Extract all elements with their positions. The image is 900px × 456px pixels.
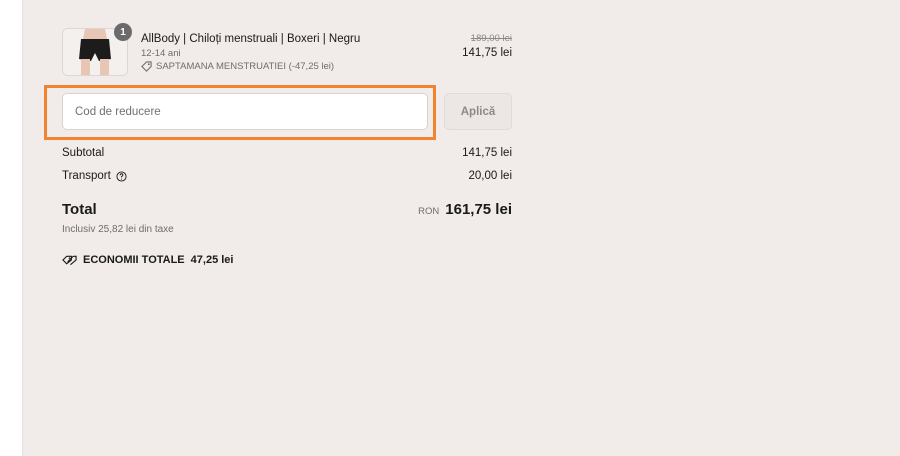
shipping-value: 20,00 lei (468, 170, 512, 182)
subtotal-label: Subtotal (62, 147, 105, 159)
product-title: AllBody | Chiloți menstruali | Boxeri | … (141, 33, 361, 45)
tax-note: Inclusiv 25,82 lei din taxe (62, 224, 174, 235)
total-label: Total (62, 201, 97, 218)
apply-discount-button[interactable]: Aplică (444, 93, 512, 130)
savings-label: ECONOMII TOTALE (83, 254, 185, 266)
total-savings: ECONOMII TOTALE 47,25 lei (62, 254, 233, 266)
page-left-area (0, 0, 23, 456)
shipping-label: Transport (62, 170, 111, 182)
product-discount: SAPTAMANA MENSTRUATIEI (-47,25 lei) (141, 61, 334, 72)
total-amount-group: RON 161,75 lei (418, 201, 512, 218)
quantity-badge: 1 (114, 23, 132, 41)
help-circle-icon[interactable] (116, 170, 127, 182)
product-variant: 12-14 ani (141, 48, 181, 59)
cart-line-item: 1 AllBody | Chiloți menstruali | Boxeri … (62, 23, 512, 78)
total-amount: 161,75 lei (445, 201, 512, 218)
product-price: 141,75 lei (462, 47, 512, 59)
tag-icon (141, 61, 152, 72)
product-discount-label: SAPTAMANA MENSTRUATIEI (-47,25 lei) (156, 61, 335, 72)
subtotal-value: 141,75 lei (462, 147, 512, 159)
savings-amount: 47,25 lei (190, 254, 234, 266)
shipping-label-group: Transport (62, 170, 127, 182)
tags-icon (62, 255, 77, 266)
discount-code-input[interactable] (62, 93, 428, 130)
total-currency: RON (418, 206, 440, 217)
product-original-price: 189,00 lei (470, 33, 512, 44)
